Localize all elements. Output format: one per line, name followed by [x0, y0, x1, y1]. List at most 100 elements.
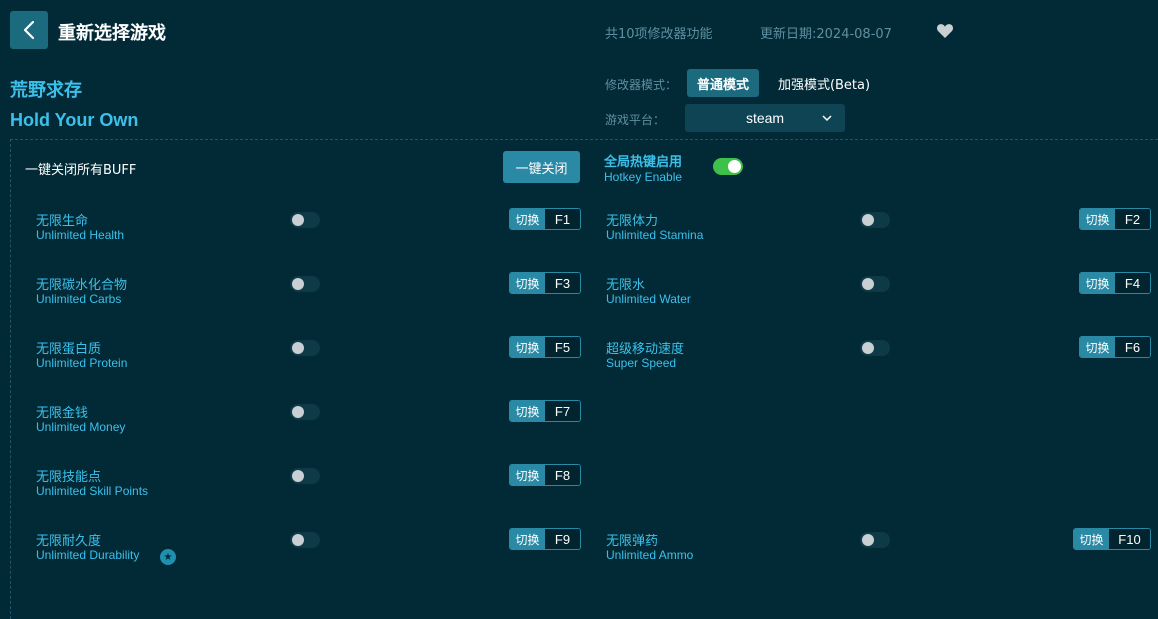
page-title: 重新选择游戏 [58, 23, 166, 44]
beta-mode-button[interactable]: 加强模式(Beta) [768, 69, 880, 97]
star-icon: ★ [160, 549, 176, 565]
cheat-name-cn: 无限弹药 [606, 534, 659, 549]
cheat-toggle[interactable] [290, 340, 320, 356]
hotkey-key: F8 [545, 465, 580, 485]
toggle-knob [292, 342, 304, 354]
switch-label: 切换 [1074, 529, 1109, 549]
game-title-en: Hold Your Own [10, 110, 139, 130]
switch-label: 切换 [510, 401, 545, 421]
chevron-left-icon [23, 20, 35, 40]
cheat-toggle[interactable] [860, 276, 890, 292]
cheat-name-cn: 无限技能点 [36, 470, 102, 485]
cheat-name-en: Unlimited Protein [36, 356, 128, 370]
hotkey-button[interactable]: 切换 F2 [1079, 208, 1151, 230]
game-title-cn: 荒野求存 [10, 80, 82, 101]
cheat-toggle[interactable] [860, 340, 890, 356]
toggle-knob [862, 214, 874, 226]
cheat-toggle[interactable] [860, 212, 890, 228]
cheat-toggle[interactable] [290, 276, 320, 292]
hotkey-button[interactable]: 切换 F4 [1079, 272, 1151, 294]
cheat-name-en: Unlimited Money [36, 420, 126, 434]
hotkey-key: F9 [545, 529, 580, 549]
switch-label: 切换 [510, 209, 545, 229]
cheat-name-en: Unlimited Health [36, 228, 125, 242]
hotkey-key: F4 [1115, 273, 1150, 293]
cheat-item: 无限碳水化合物 Unlimited Carbs 切换 F3 [36, 272, 581, 310]
cheat-name-cn: 无限体力 [606, 214, 659, 229]
toggle-knob [292, 534, 304, 546]
cheat-name-en: Unlimited Durability [36, 548, 140, 562]
normal-mode-button[interactable]: 普通模式 [687, 69, 759, 97]
toggle-knob [292, 470, 304, 482]
back-button[interactable] [10, 11, 48, 49]
cheat-item: 无限蛋白质 Unlimited Protein 切换 F5 [36, 336, 581, 374]
cheat-name-cn: 无限碳水化合物 [36, 278, 128, 293]
toggle-knob [862, 342, 874, 354]
close-all-buff-label: 一键关闭所有BUFF [25, 163, 137, 178]
cheat-name-cn: 无限水 [606, 278, 646, 293]
cheat-name-cn: 无限金钱 [36, 406, 89, 421]
hotkey-label-en: Hotkey Enable [604, 170, 683, 184]
cheat-toggle[interactable] [290, 404, 320, 420]
toggle-knob [292, 406, 304, 418]
hotkey-key: F3 [545, 273, 580, 293]
hotkey-button[interactable]: 切换 F3 [509, 272, 581, 294]
switch-label: 切换 [1080, 273, 1115, 293]
close-all-button[interactable]: 一键关闭 [503, 151, 580, 183]
hotkey-button[interactable]: 切换 F6 [1079, 336, 1151, 358]
mode-label: 修改器模式： [605, 78, 678, 92]
toggle-knob [728, 160, 741, 173]
hotkey-button[interactable]: 切换 F9 [509, 528, 581, 550]
cheat-toggle[interactable] [860, 532, 890, 548]
switch-label: 切换 [510, 465, 545, 485]
switch-label: 切换 [510, 529, 545, 549]
hotkey-button[interactable]: 切换 F8 [509, 464, 581, 486]
cheat-name-en: Unlimited Water [606, 292, 691, 306]
cheat-toggle[interactable] [290, 532, 320, 548]
hotkey-button[interactable]: 切换 F10 [1073, 528, 1151, 550]
cheat-item: 超级移动速度 Super Speed 切换 F6 [606, 336, 1151, 374]
feature-count: 共10项修改器功能 [605, 27, 713, 42]
hotkey-key: F5 [545, 337, 580, 357]
cheat-item: 无限金钱 Unlimited Money 切换 F7 [36, 400, 581, 438]
cheat-toggle[interactable] [290, 212, 320, 228]
hotkey-key: F2 [1115, 209, 1150, 229]
cheat-name-cn: 无限蛋白质 [36, 342, 102, 357]
platform-select[interactable]: steam [685, 104, 845, 132]
platform-label: 游戏平台： [605, 113, 666, 127]
update-date: 更新日期:2024-08-07 [760, 27, 892, 42]
cheat-item: 无限耐久度 Unlimited Durability ★ 切换 F9 [36, 528, 581, 566]
platform-value: steam [745, 110, 785, 126]
heart-icon[interactable] [936, 22, 954, 39]
switch-label: 切换 [510, 273, 545, 293]
cheat-item: 无限体力 Unlimited Stamina 切换 F2 [606, 208, 1151, 246]
cheat-name-en: Unlimited Stamina [606, 228, 704, 242]
cheat-name-en: Unlimited Skill Points [36, 484, 149, 498]
chevron-down-icon [822, 115, 832, 122]
cheat-name-cn: 无限耐久度 [36, 534, 102, 549]
cheat-name-en: Unlimited Ammo [606, 548, 694, 562]
hotkey-label-cn: 全局热键启用 [604, 155, 683, 170]
cheat-name-en: Super Speed [606, 356, 677, 370]
cheat-toggle[interactable] [290, 468, 320, 484]
switch-label: 切换 [1080, 337, 1115, 357]
hotkey-button[interactable]: 切换 F5 [509, 336, 581, 358]
trainer-window: 重新选择游戏 共10项修改器功能 更新日期:2024-08-07 荒野求存 Ho… [0, 0, 1158, 619]
cheat-item: 无限弹药 Unlimited Ammo 切换 F10 [606, 528, 1151, 566]
cheat-name-cn: 超级移动速度 [606, 342, 685, 357]
hotkey-key: F1 [545, 209, 580, 229]
hotkey-button[interactable]: 切换 F1 [509, 208, 581, 230]
toggle-knob [862, 534, 874, 546]
toggle-knob [862, 278, 874, 290]
hotkey-key: F7 [545, 401, 580, 421]
hotkey-key: F10 [1109, 529, 1150, 549]
toggle-knob [292, 214, 304, 226]
cheat-item: 无限生命 Unlimited Health 切换 F1 [36, 208, 581, 246]
toggle-knob [292, 278, 304, 290]
switch-label: 切换 [1080, 209, 1115, 229]
hotkey-toggle[interactable] [713, 158, 743, 175]
hotkey-button[interactable]: 切换 F7 [509, 400, 581, 422]
cheat-name-en: Unlimited Carbs [36, 292, 122, 306]
cheat-item: 无限水 Unlimited Water 切换 F4 [606, 272, 1151, 310]
switch-label: 切换 [510, 337, 545, 357]
